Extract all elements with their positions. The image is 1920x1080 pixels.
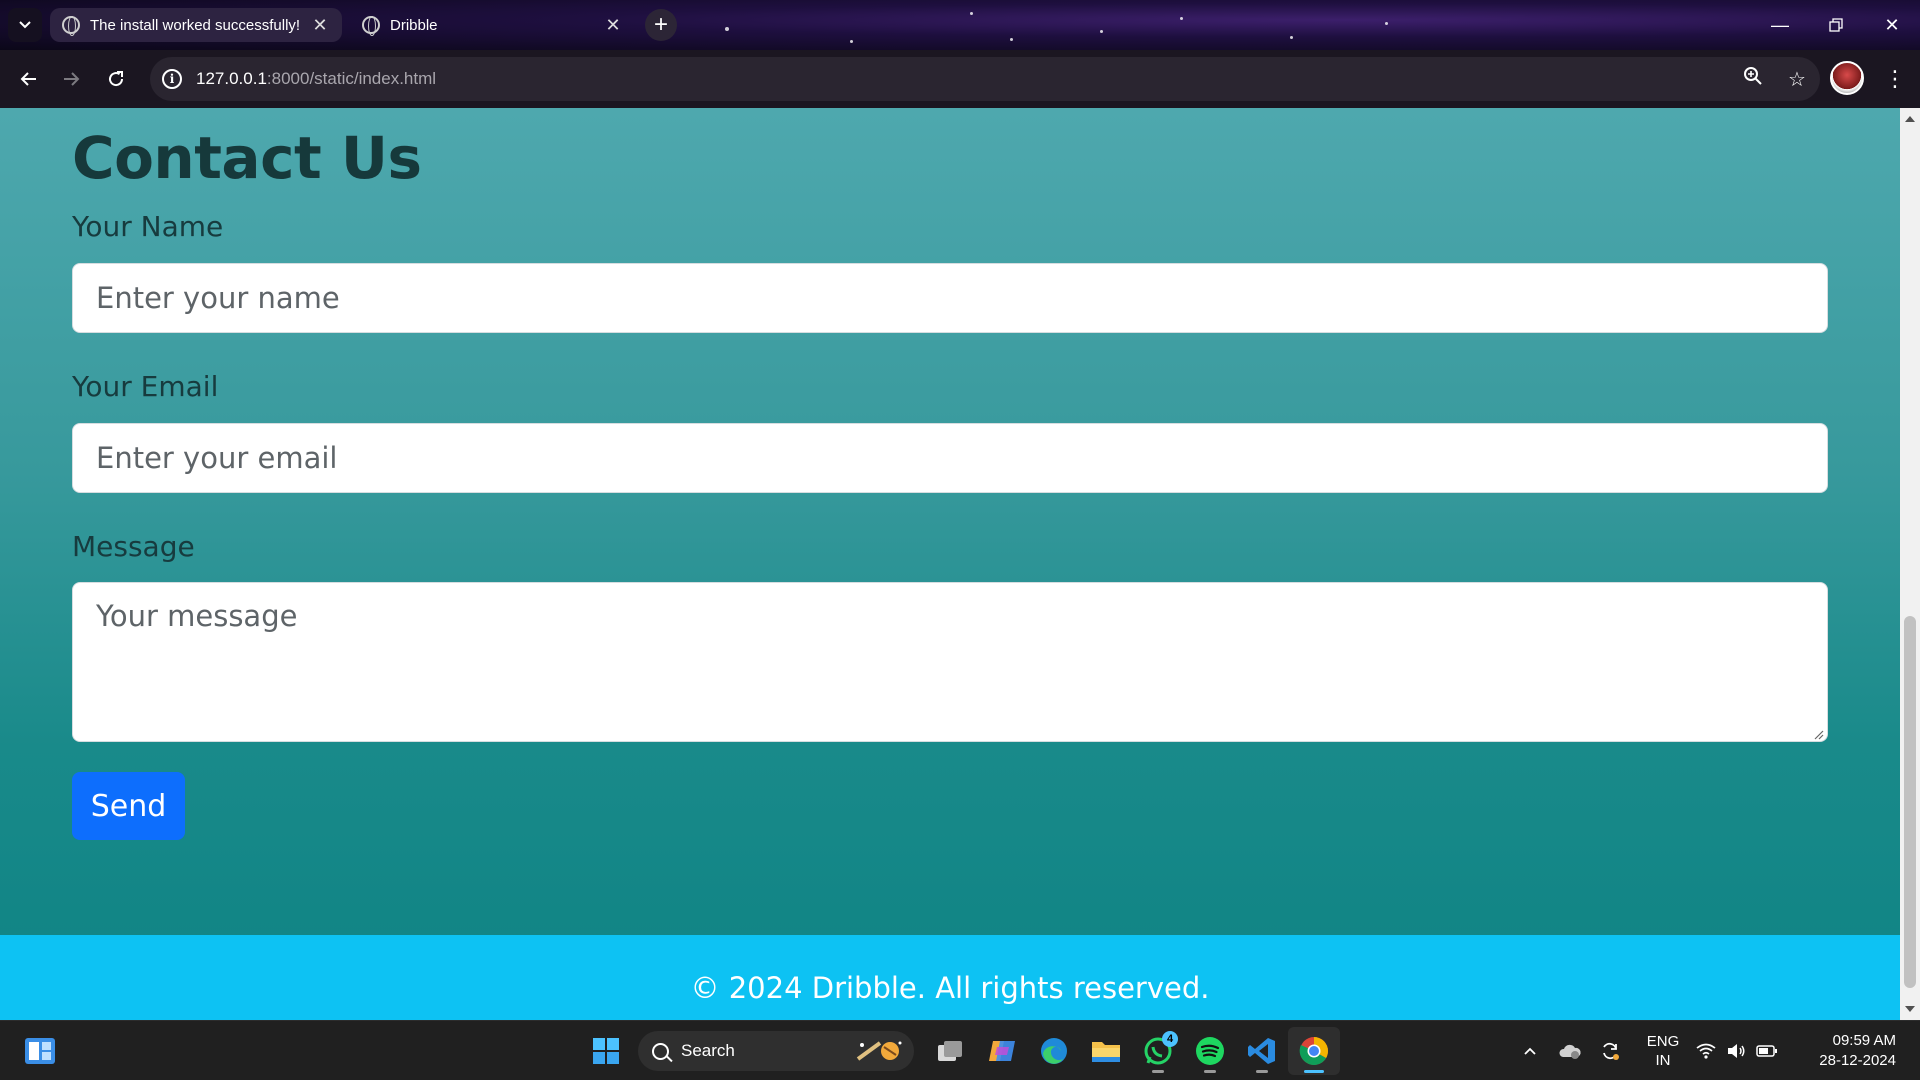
globe-icon [62,16,80,36]
language-indicator[interactable]: ENG IN [1638,1032,1688,1070]
page-title: Contact Us [72,124,422,192]
widgets-icon[interactable] [24,1037,56,1065]
close-window-icon[interactable]: ✕ [1864,0,1920,50]
volume-icon [1728,1044,1745,1058]
message-textarea[interactable] [72,582,1828,742]
back-icon[interactable] [8,59,48,99]
wallpaper-star [1010,38,1013,41]
tab-install-worked[interactable]: The install worked successfully! Congrat… [50,8,342,42]
windows-logo-icon [593,1038,619,1064]
footer: © 2024 Dribble. All rights reserved. [0,935,1900,1020]
spotify-icon[interactable] [1184,1027,1236,1075]
show-hidden-icons-chevron-icon[interactable] [1510,1031,1550,1071]
zoom-icon[interactable] [1740,66,1766,92]
language-region: IN [1655,1052,1671,1069]
taskbar-search-label: Search [681,1041,735,1060]
tab-dribble[interactable]: Dribble ✕ [350,8,635,42]
email-input[interactable] [72,423,1828,493]
message-label: Message [72,530,195,563]
search-icon [652,1042,669,1060]
name-label: Your Name [72,210,224,243]
page-scrollbar[interactable] [1900,108,1920,1020]
wallpaper-star [850,40,853,43]
search-highlight-icon [856,1041,902,1061]
running-indicator [1204,1070,1216,1073]
language-code: ENG [1646,1033,1680,1050]
page-viewport: Contact Us Your Name Your Email Message … [0,108,1900,1020]
close-tab-icon[interactable]: ✕ [603,15,623,35]
vscode-icon[interactable] [1236,1027,1288,1075]
minimize-icon[interactable]: — [1752,0,1808,50]
name-input[interactable] [72,263,1828,333]
forward-icon[interactable] [52,59,92,99]
chrome-icon[interactable] [1288,1027,1340,1075]
wallpaper-star [1290,36,1293,39]
running-indicator [1256,1070,1268,1073]
globe-icon [362,16,380,36]
wallpaper-star [1180,17,1183,20]
tab-title: Dribble [390,16,438,34]
close-tab-icon[interactable]: ✕ [310,15,330,35]
footer-copyright: © 2024 Dribble. All rights reserved. [690,970,1210,1005]
tab-title: The install worked successfully! Congrat… [90,16,302,34]
tab-search-button[interactable] [8,8,42,42]
running-indicator [1152,1070,1164,1073]
url-host: 127.0.0.1 [196,69,267,88]
taskbar-clock[interactable]: 09:59 AM 28-12-2024 [1796,1031,1896,1071]
taskbar-apps: Search 4 [580,1027,1340,1075]
system-tray: ENG IN 09:59 AM 28-12-2024 [1510,1021,1920,1080]
bookmark-star-icon[interactable]: ☆ [1784,67,1810,92]
onedrive-icon[interactable] [1550,1031,1590,1071]
whatsapp-icon[interactable]: 4 [1132,1027,1184,1075]
running-indicator [1304,1070,1324,1073]
browser-tab-strip: The install worked successfully! Congrat… [0,0,1920,50]
reload-icon[interactable] [96,59,136,99]
scroll-down-icon[interactable] [1905,1006,1915,1012]
new-tab-button[interactable]: + [645,9,677,41]
scroll-up-icon[interactable] [1905,116,1915,122]
taskbar: Search 4 ENG IN 09:59 AM 28-12-2024 [0,1020,1920,1080]
taskbar-search[interactable]: Search [638,1031,914,1071]
url-path: :8000/static/index.html [266,69,437,88]
task-view-icon[interactable] [924,1027,976,1075]
send-button[interactable]: Send [72,772,185,840]
battery-icon [1756,1045,1777,1057]
profile-avatar[interactable] [1830,61,1864,95]
email-label: Your Email [72,370,219,403]
wallpaper-star [1385,22,1388,25]
chevron-down-icon [19,21,31,29]
site-info-icon[interactable]: i [162,69,182,89]
edge-browser-icon[interactable] [1028,1027,1080,1075]
resize-grip-icon[interactable] [1812,728,1824,740]
browser-menu-icon[interactable]: ⋮ [1880,64,1910,94]
sync-icon[interactable] [1590,1031,1630,1071]
start-button[interactable] [580,1027,632,1075]
restore-icon[interactable] [1808,0,1864,50]
address-bar[interactable]: i 127.0.0.1:8000/static/index.html ☆ [150,57,1820,101]
clock-date: 28-12-2024 [1819,1052,1896,1069]
copilot-icon[interactable] [976,1027,1028,1075]
scrollbar-thumb[interactable] [1904,616,1916,988]
file-explorer-icon[interactable] [1080,1027,1132,1075]
notification-badge: 4 [1162,1031,1178,1047]
wallpaper-star [725,27,729,31]
quick-settings[interactable] [1696,1043,1778,1059]
wifi-icon [1696,1043,1716,1059]
window-controls: — ✕ [1752,0,1920,50]
browser-toolbar: i 127.0.0.1:8000/static/index.html ☆ ⋮ [0,50,1920,108]
clock-time: 09:59 AM [1832,1032,1896,1049]
wallpaper-star [970,12,973,15]
wallpaper-star [1100,30,1103,33]
